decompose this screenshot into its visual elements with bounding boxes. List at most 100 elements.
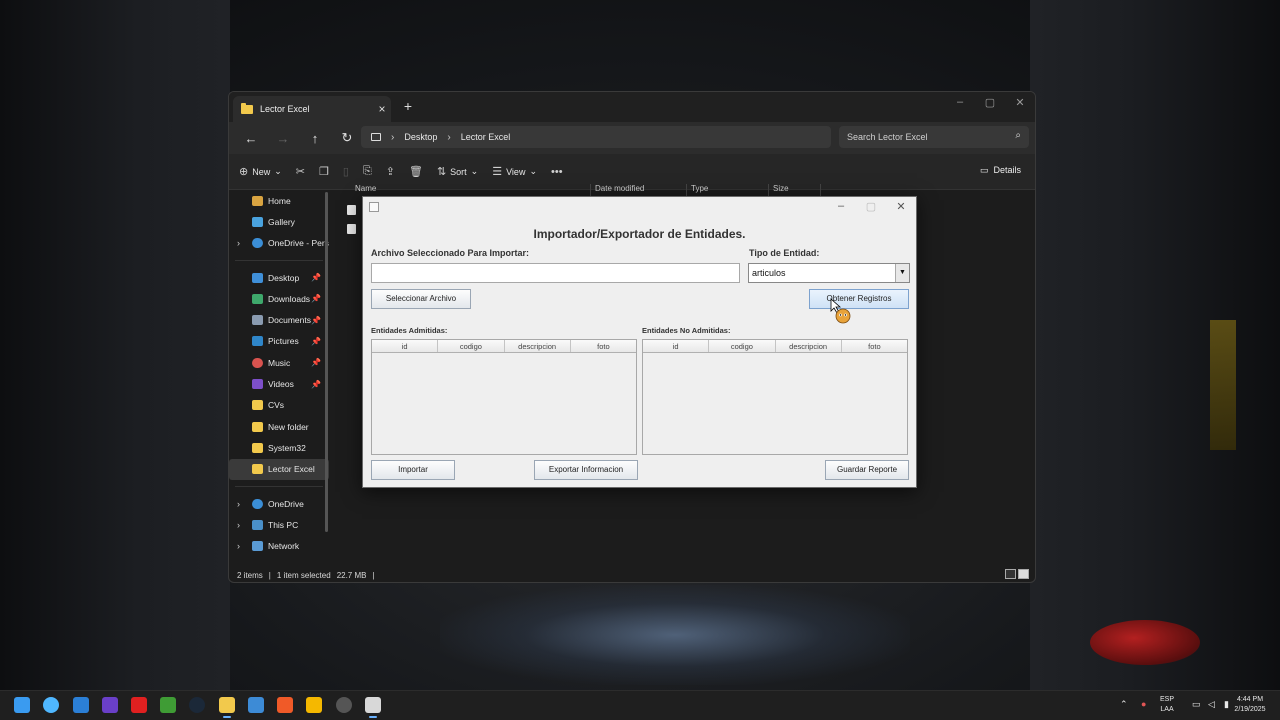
view-button[interactable]: ☰ View ⌄	[492, 165, 537, 178]
details-view-icon[interactable]	[1005, 569, 1016, 579]
breadcrumb-lector-excel[interactable]: Lector Excel	[461, 132, 511, 142]
back-button[interactable]: ←	[237, 126, 265, 150]
sidebar-item-music[interactable]: Music 📌	[229, 352, 329, 373]
volume-icon[interactable]: ◁	[1208, 699, 1215, 709]
breadcrumb-desktop[interactable]: Desktop	[404, 132, 437, 142]
column-descripcion[interactable]: descripcion	[776, 340, 842, 352]
up-button[interactable]: ↑	[301, 126, 329, 150]
chevron-right-icon[interactable]: ›	[237, 238, 247, 248]
share-button[interactable]: ⇪	[386, 165, 395, 178]
column-id[interactable]: id	[372, 340, 439, 352]
sidebar-item-onedrive-personal[interactable]: › OneDrive - Pers	[229, 233, 329, 254]
sidebar-item-onedrive[interactable]: › OneDrive	[229, 493, 329, 514]
chevron-right-icon[interactable]: ›	[237, 499, 247, 509]
wallpaper-right	[1030, 0, 1280, 690]
tiles-view-icon[interactable]	[1018, 569, 1029, 579]
microphone-icon[interactable]: ●	[1141, 699, 1146, 709]
rename-button[interactable]: ⎘	[363, 165, 372, 178]
sidebar-item-system32[interactable]: System32	[229, 437, 329, 458]
export-button[interactable]: Exportar Informacion	[534, 460, 638, 480]
close-window-button[interactable]: ✕	[1005, 96, 1035, 109]
column-foto[interactable]: foto	[842, 340, 907, 352]
sidebar-item-home[interactable]: Home	[229, 190, 329, 211]
cut-button[interactable]: ✂	[296, 165, 305, 178]
music-icon	[252, 357, 263, 368]
folder-icon	[252, 442, 263, 453]
admitted-entities-table[interactable]: id codigo descripcion foto	[371, 339, 637, 455]
sidebar-item-documents[interactable]: Documents 📌	[229, 309, 329, 330]
search-input[interactable]: Search Lector Excel ⌕	[839, 126, 1029, 148]
taskbar: ⌃ ● ESP LAA ▭ ◁ ▮ 4:44 PM 2/19/2025	[0, 690, 1280, 720]
file-icon[interactable]	[347, 205, 356, 215]
column-id[interactable]: id	[643, 340, 710, 352]
sidebar-item-new-folder[interactable]: New folder	[229, 416, 329, 437]
new-tab-button[interactable]: +	[399, 98, 417, 114]
store-icon[interactable]	[248, 697, 264, 713]
delete-button[interactable]: 🗑	[409, 165, 423, 178]
details-pane-icon: ▭	[979, 165, 989, 175]
maximize-button[interactable]: ▢	[975, 96, 1005, 109]
tab-lector-excel[interactable]: Lector Excel ×	[233, 96, 391, 122]
intellij-icon[interactable]	[102, 697, 118, 713]
get-records-button[interactable]: Obtener Registros	[809, 289, 909, 309]
minimize-button[interactable]: –	[829, 200, 853, 212]
clock[interactable]: 4:44 PM 2/19/2025	[1228, 695, 1272, 715]
folder-icon	[241, 102, 253, 114]
sidebar-item-downloads[interactable]: Downloads 📌	[229, 288, 329, 309]
file-path-field[interactable]	[371, 263, 740, 283]
settings-icon[interactable]	[336, 697, 352, 713]
close-tab-icon[interactable]: ×	[373, 102, 391, 116]
chevron-down-icon: ⌄	[470, 166, 479, 176]
java-app-icon[interactable]	[365, 697, 381, 718]
vscode-icon[interactable]	[73, 697, 89, 713]
selection-size: 22.7 MB	[336, 571, 367, 580]
copy-button[interactable]: ❐	[319, 165, 329, 178]
sidebar-scrollbar[interactable]	[325, 192, 328, 532]
maximize-button[interactable]: ▢	[859, 200, 883, 213]
column-foto[interactable]: foto	[571, 340, 636, 352]
network-icon[interactable]: ▭	[1192, 699, 1201, 709]
app-icon[interactable]	[43, 697, 59, 713]
app-icon[interactable]	[306, 697, 322, 713]
sidebar-item-gallery[interactable]: Gallery	[229, 211, 329, 232]
dropdown-arrow-icon[interactable]: ▼	[895, 264, 909, 282]
youtube-icon[interactable]	[131, 697, 147, 713]
chevron-right-icon[interactable]: ›	[237, 520, 247, 530]
start-windows-icon[interactable]	[14, 697, 30, 713]
chevron-up-icon[interactable]: ⌃	[1120, 699, 1128, 709]
select-file-button[interactable]: Seleccionar Archivo	[371, 289, 471, 309]
brave-icon[interactable]	[277, 697, 293, 713]
more-options-button[interactable]: •••	[551, 166, 563, 178]
rejected-entities-table[interactable]: id codigo descripcion foto	[642, 339, 908, 455]
refresh-button[interactable]: ↻	[333, 126, 361, 150]
sidebar-item-this-pc[interactable]: › This PC	[229, 514, 329, 535]
language-indicator[interactable]: ESP LAA	[1160, 695, 1174, 715]
column-codigo[interactable]: codigo	[438, 340, 505, 352]
steam-icon[interactable]	[189, 697, 205, 713]
paste-button[interactable]: ▯	[343, 165, 349, 178]
save-report-button[interactable]: Guardar Reporte	[825, 460, 909, 480]
new-button[interactable]: ⊕ New ⌄	[239, 165, 282, 178]
sort-button[interactable]: ⇅ Sort ⌄	[437, 165, 478, 178]
xbox-icon[interactable]	[160, 697, 176, 713]
file-explorer-icon[interactable]	[219, 697, 235, 718]
details-button[interactable]: ▭ Details	[980, 165, 1021, 176]
minimize-button[interactable]: –	[945, 96, 975, 108]
close-dialog-button[interactable]: ✕	[889, 200, 913, 213]
sidebar-item-desktop[interactable]: Desktop 📌	[229, 267, 329, 288]
import-button[interactable]: Importar	[371, 460, 455, 480]
sidebar-item-cvs[interactable]: CVs	[229, 395, 329, 416]
forward-button[interactable]: →	[269, 126, 297, 150]
sidebar-item-lector-excel[interactable]: Lector Excel	[229, 458, 329, 480]
entity-type-select[interactable]: articulos ▼	[748, 263, 910, 283]
sidebar-item-pictures[interactable]: Pictures 📌	[229, 331, 329, 352]
explorer-titlebar: Lector Excel × + – ▢ ✕	[229, 92, 1035, 122]
column-codigo[interactable]: codigo	[709, 340, 776, 352]
chevron-right-icon[interactable]: ›	[237, 541, 247, 551]
sidebar-item-network[interactable]: › Network	[229, 535, 329, 556]
address-bar[interactable]: › Desktop › Lector Excel	[361, 126, 831, 148]
file-icon[interactable]	[347, 224, 356, 234]
chevron-down-icon: ⌄	[274, 166, 282, 176]
sidebar-item-videos[interactable]: Videos 📌	[229, 373, 329, 394]
column-descripcion[interactable]: descripcion	[505, 340, 571, 352]
